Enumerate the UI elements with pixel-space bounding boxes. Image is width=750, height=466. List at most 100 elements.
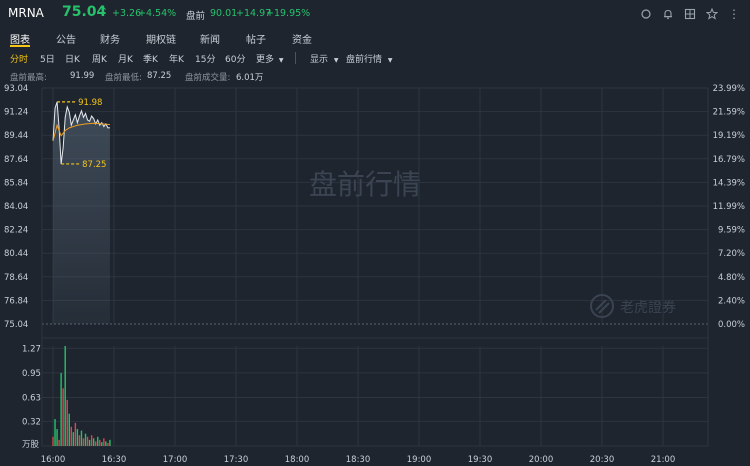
volume-bar bbox=[107, 442, 109, 446]
period-quarterly[interactable]: 季K bbox=[143, 52, 158, 65]
y-tick-left: 80.44 bbox=[4, 249, 28, 259]
premarket-volume-label: 盘前成交量: bbox=[185, 73, 231, 83]
volume-bar bbox=[84, 433, 87, 446]
volume-bar bbox=[72, 432, 75, 446]
y-tick-left: 75.04 bbox=[4, 320, 28, 330]
x-tick-label: 21:00 bbox=[651, 455, 676, 465]
y-tick-left: 76.84 bbox=[4, 296, 28, 306]
volume-bar bbox=[101, 442, 103, 446]
volume-bar bbox=[82, 438, 85, 446]
y-tick-left: 87.64 bbox=[4, 155, 28, 165]
premarket-high-label: 盘前最高: bbox=[10, 73, 47, 83]
price-area bbox=[52, 101, 110, 324]
axis-labels: 93.04 23.99% 91.24 21.59% 89.44 19.19% 87.64 16… bbox=[4, 84, 745, 465]
volume-bar bbox=[78, 435, 81, 446]
price-change-percent: +4.54% bbox=[138, 8, 177, 19]
tab-financials[interactable]: 财务 bbox=[100, 31, 120, 46]
volume-tick-label: 0.63 bbox=[22, 394, 41, 404]
high-marker-label: 91.98 bbox=[78, 98, 102, 108]
quote-header: MRNA 75.04 ↑ +3.26 +4.54% 盘前 90.01 +14.9… bbox=[0, 0, 750, 28]
bell-icon[interactable] bbox=[662, 8, 674, 20]
period-5day[interactable]: 5日 bbox=[40, 52, 55, 65]
volume-bar bbox=[105, 441, 107, 446]
chevron-down-icon: ▼ bbox=[333, 57, 339, 64]
volume-bar bbox=[109, 439, 111, 446]
premarket-change-percent: +19.95% bbox=[266, 8, 311, 19]
premarket-low-value: 87.25 bbox=[147, 71, 172, 81]
tab-capital-flow[interactable]: 资金 bbox=[292, 31, 312, 46]
tab-news[interactable]: 新闻 bbox=[200, 31, 220, 46]
chevron-down-icon: ▼ bbox=[278, 57, 284, 64]
y-tick-left: 91.24 bbox=[4, 108, 28, 118]
ticker-symbol[interactable]: MRNA bbox=[8, 6, 44, 20]
volume-bar bbox=[80, 430, 83, 446]
volume-bar bbox=[86, 436, 89, 446]
volume-bar bbox=[88, 439, 91, 446]
grid-icon[interactable] bbox=[684, 8, 696, 20]
period-60min[interactable]: 60分 bbox=[225, 52, 245, 65]
refresh-icon[interactable] bbox=[640, 8, 652, 20]
volume-bar bbox=[97, 436, 99, 446]
premarket-price: 90.01 bbox=[210, 8, 238, 19]
display-dropdown[interactable]: 显示 ▼ bbox=[310, 52, 339, 65]
premarket-quote-dropdown[interactable]: 盘前行情 ▼ bbox=[346, 52, 393, 65]
period-toolbar: 分时 5日 日K 周K 月K 季K 年K 15分 60分 更多 ▼ 显示 ▼ 盘… bbox=[0, 48, 750, 68]
premarket-high-value: 91.99 bbox=[70, 71, 95, 81]
price-change: +3.26 bbox=[112, 8, 142, 19]
period-more-label: 更多 bbox=[256, 55, 275, 65]
tab-announcements[interactable]: 公告 bbox=[56, 31, 76, 46]
volume-bars bbox=[52, 346, 111, 446]
premarket-label: 盘前 bbox=[186, 11, 206, 22]
period-weekly[interactable]: 周K bbox=[92, 52, 107, 65]
y-tick-left: 84.04 bbox=[4, 202, 28, 212]
x-tick-label: 18:30 bbox=[346, 455, 371, 465]
more-icon[interactable]: ⋮ bbox=[728, 8, 740, 20]
period-more[interactable]: 更多 ▼ bbox=[256, 52, 284, 65]
chart-watermark: 盘前行情 老虎證券 bbox=[309, 168, 676, 318]
y-tick-right: 4.80% bbox=[718, 273, 745, 283]
volume-tick-label: 0.32 bbox=[22, 417, 41, 427]
premarket-quote-label: 盘前行情 bbox=[346, 55, 383, 65]
volume-unit-label: 万股 bbox=[22, 440, 40, 450]
volume-bar bbox=[62, 388, 64, 446]
chart-grid bbox=[41, 87, 709, 447]
up-arrow-icon: ↑ bbox=[99, 5, 109, 18]
volume-bar bbox=[60, 372, 62, 446]
premarket-low-label: 盘前最低: bbox=[105, 73, 142, 83]
y-tick-right: 23.99% bbox=[713, 84, 745, 94]
y-tick-right: 14.39% bbox=[713, 178, 745, 188]
y-tick-right: 11.99% bbox=[713, 202, 745, 212]
volume-bar bbox=[95, 441, 97, 446]
y-tick-right: 2.40% bbox=[718, 296, 745, 306]
tab-posts[interactable]: 帖子 bbox=[246, 31, 266, 46]
period-15min[interactable]: 15分 bbox=[195, 52, 215, 65]
x-tick-label: 19:00 bbox=[407, 455, 432, 465]
y-tick-left: 89.44 bbox=[4, 131, 28, 141]
premarket-volume-value: 6.01万 bbox=[236, 73, 264, 83]
volume-bar bbox=[92, 438, 95, 446]
star-icon[interactable] bbox=[705, 7, 719, 20]
y-tick-left: 78.64 bbox=[4, 273, 28, 283]
watermark-text: 盘前行情 bbox=[309, 168, 421, 201]
volume-tick-label: 1.27 bbox=[22, 344, 41, 354]
volume-bar bbox=[56, 429, 58, 446]
volume-bar bbox=[76, 429, 79, 446]
period-intraday[interactable]: 分时 bbox=[10, 52, 28, 65]
volume-bar bbox=[54, 419, 56, 446]
period-monthly[interactable]: 月K bbox=[118, 52, 133, 65]
period-daily[interactable]: 日K bbox=[65, 52, 80, 65]
volume-bar bbox=[64, 346, 66, 446]
period-yearly[interactable]: 年K bbox=[169, 52, 184, 65]
x-tick-label: 19:30 bbox=[468, 455, 493, 465]
premarket-stats: 盘前最高: 91.99 盘前最低: 87.25 盘前成交量: 6.01万 bbox=[0, 68, 750, 84]
volume-bar bbox=[99, 439, 101, 446]
y-tick-right: 16.79% bbox=[713, 155, 745, 165]
tab-options-chain[interactable]: 期权链 bbox=[146, 31, 176, 46]
intraday-chart[interactable]: 盘前行情 老虎證券 91.98 87.25 93.04 23.99% 91.24 21.… bbox=[0, 84, 750, 466]
volume-bar bbox=[52, 436, 54, 446]
x-tick-label: 20:30 bbox=[590, 455, 615, 465]
y-tick-left: 82.24 bbox=[4, 226, 28, 236]
tab-chart[interactable]: 图表 bbox=[10, 31, 30, 46]
chevron-down-icon: ▼ bbox=[387, 57, 393, 64]
low-marker-label: 87.25 bbox=[82, 160, 106, 170]
